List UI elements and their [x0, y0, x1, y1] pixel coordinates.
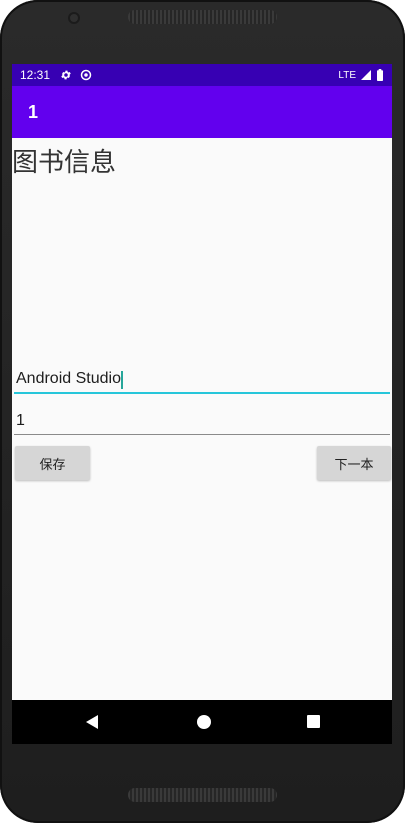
app-title: 1 [28, 101, 39, 122]
status-time: 12:31 [20, 68, 51, 82]
back-button[interactable] [62, 700, 122, 744]
book-name-input[interactable]: Android Studio [14, 366, 390, 394]
text-cursor [120, 371, 123, 389]
recents-icon [307, 715, 320, 728]
navigation-bar [12, 700, 392, 744]
page-title: 图书信息 [12, 147, 117, 177]
book-name-value: Android Studio [16, 370, 121, 387]
network-type: LTE [338, 69, 356, 81]
home-icon [197, 715, 211, 729]
book-number-value: 1 [16, 412, 25, 429]
battery-icon [377, 69, 383, 81]
camera-icon [68, 12, 80, 24]
settings-icon [61, 70, 71, 80]
home-button[interactable] [173, 700, 233, 744]
speaker-grille-bottom [128, 788, 277, 802]
signal-icon [361, 70, 371, 80]
back-icon [86, 715, 98, 729]
next-book-button[interactable]: 下一本 [317, 446, 391, 480]
book-number-input[interactable]: 1 [14, 408, 390, 435]
device-frame: 12:31 LTE 1 图书信息 Android Studio 1 保存 下一本 [0, 0, 405, 823]
save-button[interactable]: 保存 [15, 446, 90, 480]
vpn-icon [80, 69, 92, 81]
app-bar: 1 [12, 86, 392, 138]
screen: 12:31 LTE 1 图书信息 Android Studio 1 保存 下一本 [12, 64, 392, 744]
status-bar: 12:31 LTE [12, 64, 392, 86]
recents-button[interactable] [283, 700, 343, 744]
speaker-grille-top [128, 10, 277, 24]
